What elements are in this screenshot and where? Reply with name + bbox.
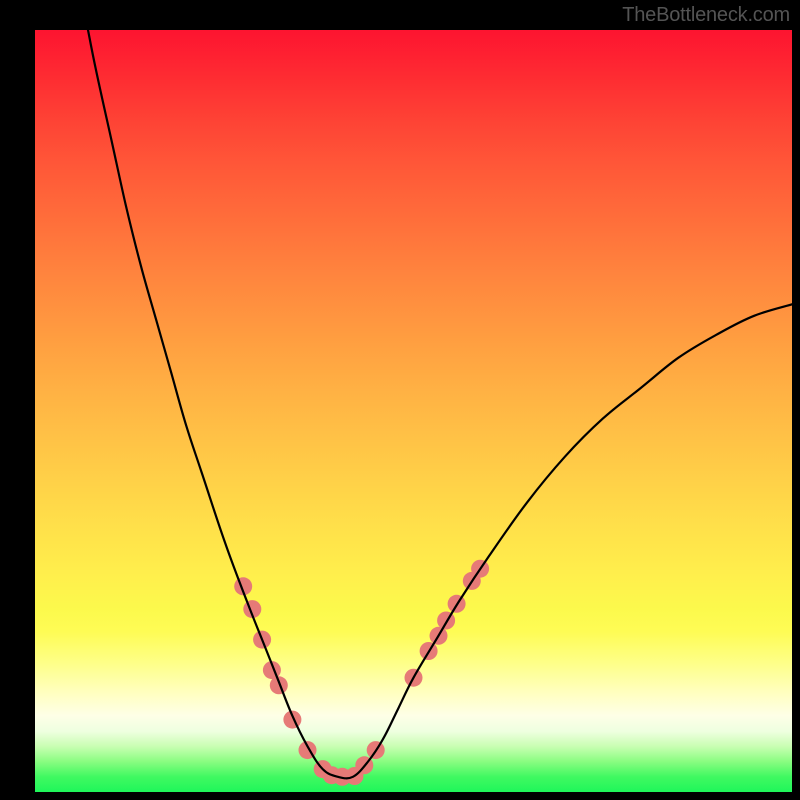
plot-area (35, 30, 792, 792)
watermark-text: TheBottleneck.com (622, 4, 790, 27)
chart-frame: TheBottleneck.com (0, 0, 800, 800)
bottleneck-curve (88, 30, 792, 778)
chart-svg (35, 30, 792, 792)
bottom-border (0, 792, 800, 800)
data-markers (234, 560, 489, 786)
